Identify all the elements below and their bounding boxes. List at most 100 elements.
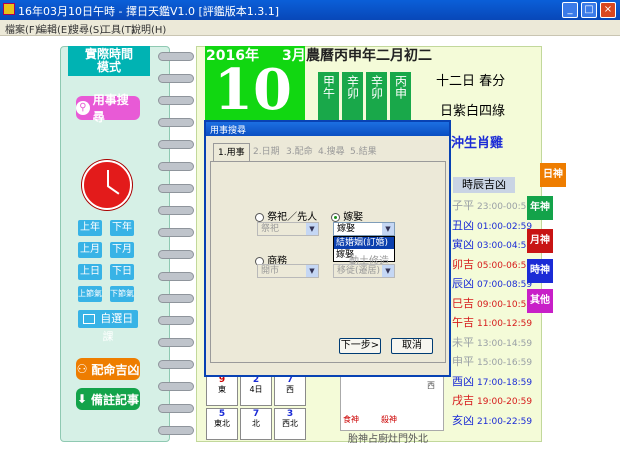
- binder-ring: [158, 228, 194, 237]
- hour-row[interactable]: 巳吉 09:00-10:59: [452, 295, 532, 311]
- hour-ganzhi: 戌吉: [452, 394, 474, 407]
- next-year-button[interactable]: 下年: [110, 220, 134, 236]
- bagua-cell: 3 西北: [274, 408, 306, 440]
- menu-help[interactable]: 說明(H): [131, 21, 166, 36]
- marriage-select[interactable]: 嫁娶 ▼: [333, 222, 395, 236]
- radio-marriage[interactable]: 嫁娶: [331, 208, 363, 223]
- hour-time: 17:00-18:59: [477, 377, 533, 388]
- chevron-down-icon: ▼: [306, 265, 318, 277]
- chevron-down-icon: ▼: [382, 223, 394, 235]
- hour-ganzhi: 酉凶: [452, 374, 474, 388]
- hours-header: 時辰吉凶: [453, 177, 515, 193]
- hour-ganzhi: 卯吉: [452, 257, 474, 271]
- hour-ganzhi: 丑凶: [452, 218, 474, 232]
- day-star: 日紫白四綠: [440, 104, 506, 119]
- prev-term-button[interactable]: 上節氣: [78, 286, 102, 302]
- person-icon: ⚇: [76, 362, 88, 376]
- hour-row[interactable]: 亥凶 21:00-22:59: [452, 412, 532, 428]
- fetal-god: 胎神占廚灶門外北: [348, 434, 428, 445]
- prev-year-button[interactable]: 上年: [78, 220, 102, 236]
- radio-circle: [255, 212, 264, 222]
- binder-ring: [158, 140, 194, 149]
- dropdown-option[interactable]: 結婚姻(訂婚): [334, 237, 394, 249]
- prev-month-button[interactable]: 上月: [78, 242, 102, 258]
- hour-time: 09:00-10:59: [477, 299, 533, 310]
- hour-row[interactable]: 寅凶 03:00-04:59: [452, 236, 532, 252]
- tab-search[interactable]: 4.搜尋: [314, 143, 349, 161]
- prev-day-button[interactable]: 上日: [78, 264, 102, 280]
- match-fortune-button[interactable]: ⚇ 配命吉凶: [76, 358, 140, 380]
- ganzhi-hour: 丙申: [390, 72, 411, 124]
- hour-ganzhi: 子平: [452, 199, 474, 212]
- bagua-number: 2: [252, 375, 260, 385]
- radio-sacrifice[interactable]: 祭祀／先人: [255, 208, 317, 223]
- menu-search[interactable]: 搜尋(S): [69, 21, 103, 36]
- window-title: 16年03月10日午時 - 擇日天鑑V1.0 [評鑑版本1.3.1]: [18, 5, 280, 18]
- bagua-number: 5: [218, 409, 226, 419]
- day-number: 10: [214, 57, 292, 123]
- side-tab[interactable]: 年神: [527, 196, 553, 220]
- bagua-cell: 2 4日: [240, 374, 272, 406]
- hour-time: 07:00-08:59: [477, 280, 533, 290]
- menu-tools[interactable]: 工具(T): [101, 21, 135, 36]
- minimize-button[interactable]: _: [562, 2, 578, 18]
- grid-label-food: 食神: [343, 415, 359, 424]
- bagua-label: 東: [218, 385, 226, 394]
- side-tab[interactable]: 其他: [527, 289, 553, 313]
- side-tab[interactable]: 時神: [527, 259, 553, 283]
- hour-time: 23:00-00:59: [477, 202, 533, 212]
- close-button[interactable]: ×: [600, 2, 616, 18]
- hour-row[interactable]: 午吉 11:00-12:59: [452, 314, 532, 330]
- hour-row[interactable]: 酉凶 17:00-18:59: [452, 373, 532, 389]
- hour-ganzhi: 寅凶: [452, 238, 474, 251]
- hour-time: 15:00-16:59: [477, 358, 533, 368]
- hour-row[interactable]: 戌吉 19:00-20:59: [452, 392, 532, 408]
- search-icon: ⚲: [76, 101, 90, 115]
- menu-file[interactable]: 檔案(F): [5, 21, 39, 36]
- hour-row[interactable]: 申平 15:00-16:59: [452, 353, 532, 369]
- construction-select[interactable]: 移徙(遷居) ▼: [333, 264, 395, 278]
- next-step-button[interactable]: 下一步>: [339, 338, 381, 354]
- binder-ring: [158, 162, 194, 171]
- tab-date[interactable]: 2.日期: [249, 143, 284, 161]
- business-select[interactable]: 開市 ▼: [257, 264, 319, 278]
- tab-match[interactable]: 3.配命: [282, 143, 317, 161]
- menu-bar: 檔案(F) 編輯(E) 搜尋(S) 工具(T) 說明(H): [0, 20, 620, 36]
- binder-ring: [158, 184, 194, 193]
- maximize-button[interactable]: □: [581, 2, 597, 18]
- binder-ring: [158, 74, 194, 83]
- hour-row[interactable]: 未平 13:00-14:59: [452, 334, 532, 350]
- next-month-button[interactable]: 下月: [110, 242, 134, 258]
- hour-ganzhi: 未平: [452, 335, 474, 349]
- sacrifice-select[interactable]: 祭祀 ▼: [257, 222, 319, 236]
- solar-term: 十二日 春分: [436, 74, 506, 89]
- time-mode-label: 實際時間 模式: [68, 46, 150, 76]
- side-tab[interactable]: 月神: [527, 229, 553, 253]
- binder-ring: [158, 96, 194, 105]
- clock-icon: [82, 160, 132, 210]
- bagua-cell: 7北: [240, 408, 272, 440]
- hour-row[interactable]: 卯吉 05:00-06:59: [452, 256, 532, 272]
- hour-ganzhi: 午吉: [452, 316, 474, 329]
- binder-ring: [158, 250, 194, 259]
- hour-row[interactable]: 子平 23:00-00:59: [452, 197, 532, 213]
- luck-grid: 食神 殺神 西: [340, 375, 444, 431]
- hour-ganzhi: 辰凶: [452, 277, 474, 290]
- binder-ring: [158, 118, 194, 127]
- tab-result[interactable]: 5.結果: [346, 143, 381, 161]
- notes-button[interactable]: ⬇ 備註記事: [76, 388, 140, 410]
- menu-edit[interactable]: 編輯(E): [37, 21, 71, 36]
- search-button[interactable]: ⚲ 用事搜尋: [76, 93, 140, 124]
- next-day-button[interactable]: 下日: [110, 264, 134, 280]
- side-tab[interactable]: 日神: [540, 163, 566, 187]
- next-term-button[interactable]: 下節氣: [110, 286, 134, 302]
- hour-row[interactable]: 丑凶 01:00-02:59: [452, 217, 532, 233]
- bagua-label: 東北: [214, 419, 230, 428]
- cancel-button[interactable]: 取消: [391, 338, 433, 354]
- binder-ring: [158, 382, 194, 391]
- hour-row[interactable]: 辰凶 07:00-08:59: [452, 275, 532, 291]
- tab-event[interactable]: 1.用事: [213, 143, 250, 161]
- custom-date-button[interactable]: 自選日課: [78, 310, 138, 343]
- bagua-number: 3: [286, 409, 294, 419]
- app-icon: [3, 3, 15, 15]
